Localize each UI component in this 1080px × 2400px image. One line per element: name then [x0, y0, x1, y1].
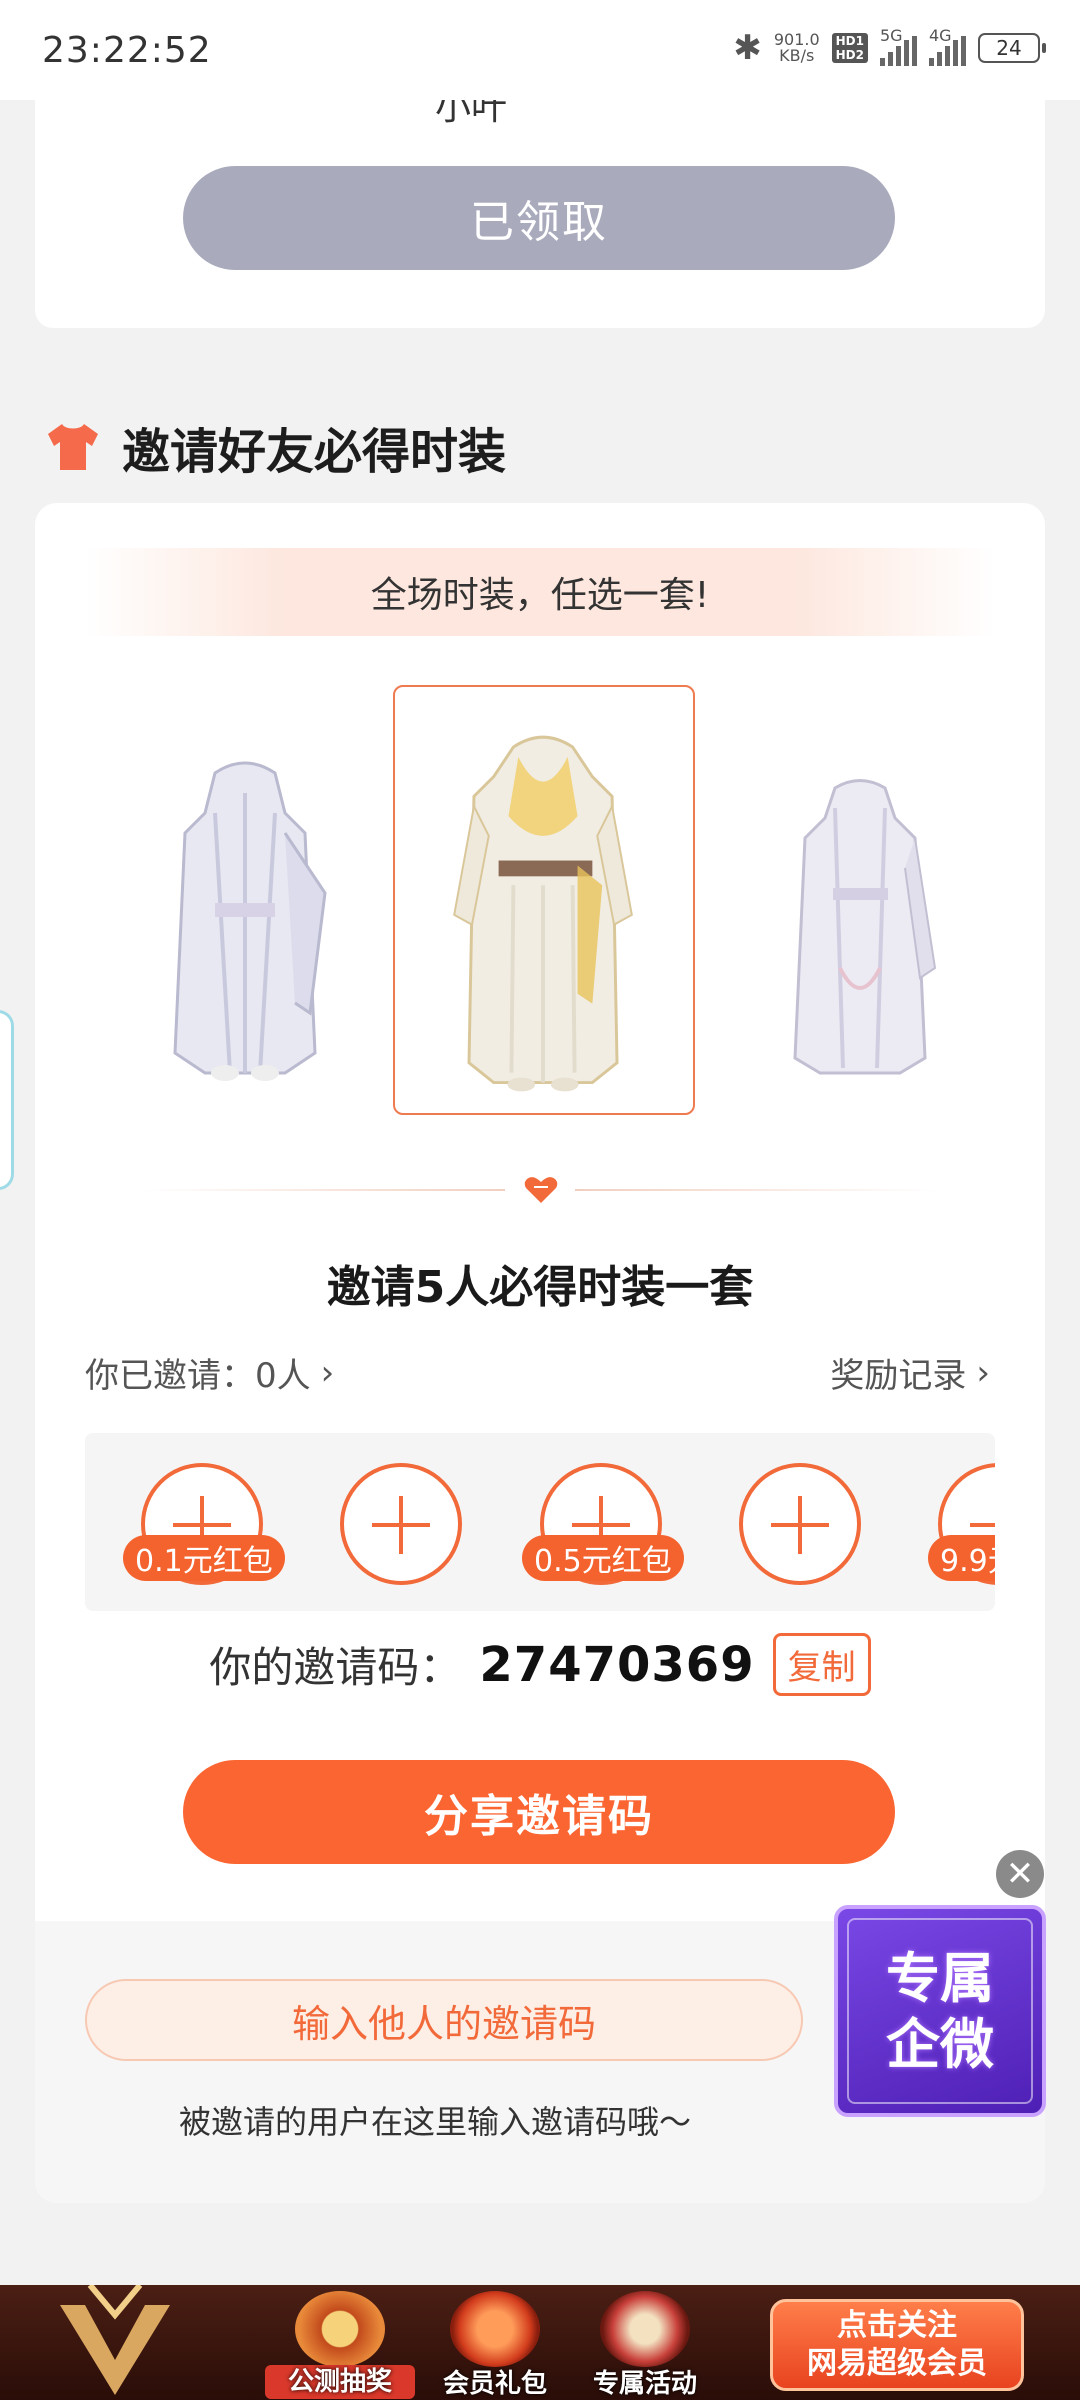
reward-records-link[interactable]: 奖励记录 › [830, 1348, 990, 1397]
invited-count: 你已邀请：0人 [85, 1356, 311, 1396]
chevron-right-icon: › [976, 1352, 990, 1393]
costume-option-left[interactable] [135, 753, 355, 1093]
invited-count-link[interactable]: 你已邀请：0人 › [85, 1348, 334, 1397]
banner-item-label: 公测抽奖 [265, 2365, 415, 2399]
chevron-right-icon: › [320, 1352, 335, 1393]
bluetooth-icon: ✱ [733, 28, 762, 68]
invite-slots: 0.1元红包 0.5元红包 9.9元 [85, 1433, 995, 1611]
reward-card-top: 小叶 已领取 [35, 60, 1045, 328]
battery-icon: 24 [978, 33, 1046, 63]
costume-option-selected[interactable] [393, 685, 695, 1115]
signal-4g-label: 4G [929, 26, 952, 45]
follow-line-1: 点击关注 [837, 2308, 957, 2343]
banner-item-gift[interactable]: 会员礼包 [420, 2285, 570, 2400]
hd1-label: HD1 [835, 34, 864, 48]
ribbon-banner: 全场时装，任选一套! [85, 548, 995, 636]
follow-line-2: 网易超级会员 [807, 2346, 987, 2381]
signal-4g-icon: 4G [929, 26, 966, 66]
claimed-button[interactable]: 已领取 [183, 166, 895, 270]
ornamental-divider [145, 1175, 935, 1205]
banner-item-activity[interactable]: 专属活动 [570, 2285, 720, 2400]
follow-button[interactable]: 点击关注 网易超级会员 [770, 2299, 1024, 2391]
invite-code-label: 你的邀请码： [209, 1643, 462, 1692]
battery-level: 24 [996, 36, 1022, 60]
shirt-icon [48, 424, 98, 470]
red-packet-tag: 0.1元红包 [123, 1535, 285, 1581]
network-speed-unit: KB/s [779, 46, 815, 65]
vip-logo-icon [60, 2285, 170, 2395]
red-packet-tag: 0.5元红包 [522, 1535, 684, 1581]
close-icon[interactable]: ✕ [996, 1850, 1044, 1898]
side-drawer-handle[interactable] [0, 1010, 14, 1190]
heart-icon [524, 1177, 558, 1203]
gift-box-icon [450, 2291, 540, 2367]
banner-item-label: 专属活动 [592, 2369, 697, 2399]
enter-code-hint: 被邀请的用户在这里输入邀请码哦～ [178, 2103, 691, 2141]
reward-records-label: 奖励记录 [830, 1356, 967, 1396]
invite-goal-title: 邀请5人必得时装一套 [326, 1262, 754, 1313]
hd-voice-icon: HD1 HD2 [831, 33, 868, 63]
costume-option-right[interactable] [755, 768, 965, 1088]
invite-slot-5[interactable]: 9.9元 [928, 1463, 995, 1585]
signal-5g-icon: 5G [880, 26, 917, 66]
banner-item-lottery[interactable]: 公测抽奖 [265, 2285, 415, 2400]
section-header: 邀请好友必得时装 [44, 412, 506, 482]
signal-5g-label: 5G [880, 26, 903, 45]
v-badge-icon [600, 2291, 690, 2367]
invite-slot-3[interactable]: 0.5元红包 [522, 1463, 684, 1585]
invite-slot-2[interactable] [340, 1463, 462, 1585]
badge-line-1: 专属 [886, 1946, 994, 2010]
invite-slot-4[interactable] [739, 1463, 861, 1585]
status-icons: ✱ 901.0 KB/s HD1 HD2 5G 4G 24 [733, 26, 1046, 68]
status-bar: 23:22:52 ✱ 901.0 KB/s HD1 HD2 5G 4G 24 [0, 0, 1080, 100]
wheel-icon [295, 2291, 385, 2367]
banner-item-label: 会员礼包 [442, 2369, 547, 2399]
section-title: 邀请好友必得时装 [122, 424, 507, 480]
status-time: 23:22:52 [42, 30, 212, 71]
network-speed: 901.0 KB/s [774, 32, 820, 64]
costume-image [453, 735, 633, 1092]
bottom-promo-banner[interactable]: 公测抽奖 会员礼包 专属活动 点击关注 网易超级会员 [0, 2285, 1080, 2400]
share-invite-code-button[interactable]: 分享邀请码 [183, 1760, 895, 1864]
wecom-floating-badge[interactable]: 专属 企微 [834, 1905, 1046, 2117]
invite-code-row: 你的邀请码： 27470369 复制 [35, 1633, 1045, 1696]
copy-button[interactable]: 复制 [772, 1633, 871, 1696]
badge-line-2: 企微 [886, 2012, 994, 2076]
hd2-label: HD2 [835, 48, 864, 62]
costume-image [793, 779, 937, 1075]
invite-slot-1[interactable]: 0.1元红包 [123, 1463, 285, 1585]
enter-invite-code-button[interactable]: 输入他人的邀请码 [85, 1979, 803, 2061]
invite-code-value: 27470369 [479, 1636, 755, 1693]
red-packet-tag: 9.9元 [928, 1535, 995, 1581]
costume-image [173, 761, 327, 1081]
